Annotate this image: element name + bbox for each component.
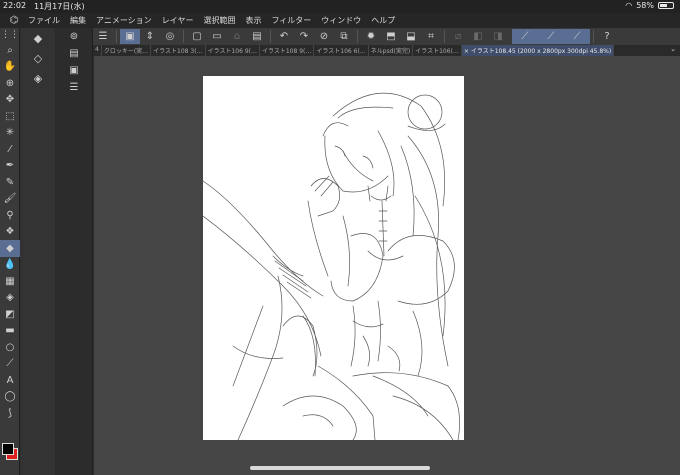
menu-help[interactable]: ヘルプ bbox=[371, 15, 395, 26]
fill-layer-icon[interactable]: ⧉ bbox=[334, 29, 354, 44]
canvas-area[interactable] bbox=[94, 56, 680, 475]
menu-view[interactable]: 表示 bbox=[245, 15, 261, 26]
list-panel-icon[interactable]: ☰ bbox=[55, 79, 93, 96]
menu-selection[interactable]: 選択範囲 bbox=[203, 15, 235, 26]
crop-icon[interactable]: ⌗ bbox=[421, 29, 441, 44]
bucket-icon[interactable]: ◩ bbox=[0, 306, 20, 323]
open-folder-icon[interactable]: ▭ bbox=[207, 29, 227, 44]
eraser-vector-icon[interactable]: ◈ bbox=[21, 68, 55, 88]
tab-0[interactable]: 4 bbox=[93, 45, 102, 56]
sketch-artwork bbox=[203, 92, 460, 440]
stroke-a-icon[interactable]: ⟋ bbox=[512, 29, 538, 44]
clock: 22:02 bbox=[3, 1, 27, 10]
document-tabs: 4 クロッキー(実… イラスト108 3(… イラスト106 9(… イラスト1… bbox=[93, 45, 680, 56]
undo-icon[interactable]: ↶ bbox=[274, 29, 294, 44]
menu-animation[interactable]: アニメーション bbox=[96, 15, 152, 26]
menu-file[interactable]: ファイル bbox=[28, 15, 60, 26]
layer-property-icon[interactable]: ⊚ bbox=[55, 28, 93, 45]
status-right: ◠ 58% bbox=[625, 1, 674, 10]
new-file-icon[interactable]: ▢ bbox=[187, 29, 207, 44]
auto-select-icon[interactable]: ✳ bbox=[0, 125, 20, 142]
zoom-icon[interactable]: ⌕ bbox=[0, 42, 20, 59]
stepper-icon[interactable]: ⇕ bbox=[140, 29, 160, 44]
hamburger-menu-icon[interactable]: ☰ bbox=[93, 29, 113, 44]
menu-edit[interactable]: 編集 bbox=[70, 15, 86, 26]
snap-icon[interactable]: ◎ bbox=[160, 29, 180, 44]
balloon-icon[interactable]: ◯ bbox=[0, 389, 20, 406]
stroke-c-icon[interactable]: ⟋ bbox=[564, 29, 590, 44]
stroke-b-icon[interactable]: ⟋ bbox=[538, 29, 564, 44]
wifi-icon: ◠ bbox=[625, 1, 633, 10]
sub-tool-panel: ◆ ◇ ◈ bbox=[21, 28, 55, 475]
hand-icon[interactable]: ✋ bbox=[0, 59, 20, 76]
menu-bar: ⌬ ファイル 編集 アニメーション レイヤー 選択範囲 表示 フィルター ウィン… bbox=[0, 13, 680, 28]
selection-icon[interactable]: ⬚ bbox=[0, 108, 20, 125]
tab-7[interactable]: イラスト106(… bbox=[413, 45, 462, 56]
eyedropper-icon[interactable]: ⁄ bbox=[0, 141, 20, 158]
color-swatches[interactable] bbox=[2, 443, 18, 460]
chevron-down-icon[interactable]: ⌄ bbox=[666, 45, 680, 56]
battery-percent: 58% bbox=[636, 1, 654, 10]
redo-icon[interactable]: ↷ bbox=[294, 29, 314, 44]
invert-selection-icon[interactable]: ⬓ bbox=[401, 29, 421, 44]
layer-panel-icon[interactable]: ▤ bbox=[55, 45, 93, 62]
ellipse-icon[interactable]: ○ bbox=[0, 339, 20, 356]
main-color-swatch[interactable] bbox=[2, 443, 14, 455]
tab-2[interactable]: イラスト108 3(… bbox=[151, 45, 206, 56]
menu-window[interactable]: ウィンドウ bbox=[321, 15, 361, 26]
palette-menu-icon[interactable]: ⋮⋮ bbox=[0, 28, 20, 42]
fill-icon[interactable]: ▦ bbox=[0, 273, 20, 290]
blend-icon[interactable]: 💧 bbox=[0, 257, 20, 274]
tab-6[interactable]: ネルpsd(実完) bbox=[369, 45, 414, 56]
stabilizer-group: ⟋ ⟋ ⟋ bbox=[512, 29, 590, 44]
clear-icon[interactable]: ⊘ bbox=[314, 29, 334, 44]
eraser-soft-icon[interactable]: ◇ bbox=[21, 48, 55, 68]
export-icon[interactable]: ▤ bbox=[247, 29, 267, 44]
eraser-hard-icon[interactable]: ◆ bbox=[21, 28, 55, 48]
correct-line-icon[interactable]: ⟆ bbox=[0, 405, 20, 422]
date: 11月17日(水) bbox=[34, 2, 85, 11]
tool-palette: ⋮⋮ ⌕ ✋ ⊕ ✥ ⬚ ✳ ⁄ ✒ ✎ 🖌 ⚲ ❖ ◆ 💧 ▦ ◈ ◩ ▬ ○… bbox=[0, 28, 20, 475]
text-icon[interactable]: A bbox=[0, 372, 20, 389]
tool-mode-icon[interactable]: ▣ bbox=[120, 29, 140, 44]
tab-active[interactable]: × イラスト108.45 (2000 x 2800px 300dpi 45.8%… bbox=[461, 45, 615, 56]
decoration-icon[interactable]: ❖ bbox=[0, 224, 20, 241]
tab-3[interactable]: イラスト106 9(… bbox=[206, 45, 260, 56]
save-icon[interactable]: ⌂ bbox=[227, 29, 247, 44]
home-indicator[interactable] bbox=[250, 466, 430, 470]
selection-launcher-icon[interactable]: ⧄ bbox=[448, 29, 468, 44]
deselect-icon[interactable]: ⬒ bbox=[381, 29, 401, 44]
move-icon[interactable]: ✥ bbox=[0, 92, 20, 109]
brush-icon[interactable]: 🖌 bbox=[0, 191, 20, 208]
menu-filter[interactable]: フィルター bbox=[271, 15, 311, 26]
menu-layer[interactable]: レイヤー bbox=[162, 15, 194, 26]
tab-1[interactable]: クロッキー(実… bbox=[102, 45, 152, 56]
operation-icon[interactable]: ⊕ bbox=[0, 75, 20, 92]
tab-4[interactable]: イラスト108 9(… bbox=[260, 45, 315, 56]
pencil-icon[interactable]: ✎ bbox=[0, 174, 20, 191]
eraser-icon[interactable]: ◆ bbox=[0, 240, 20, 257]
selection-ops-icon[interactable]: ◨ bbox=[488, 29, 508, 44]
help-icon[interactable]: ? bbox=[597, 29, 617, 44]
transform-icon[interactable]: ✹ bbox=[361, 29, 381, 44]
app-logo-icon[interactable]: ⌬ bbox=[0, 15, 28, 26]
sub-tool-detail-panel: ⊚ ▤ ▣ ☰ bbox=[55, 28, 93, 475]
battery-fill bbox=[660, 4, 667, 7]
battery-icon bbox=[658, 2, 674, 9]
tab-5[interactable]: イラスト106 6(… bbox=[314, 45, 369, 56]
navigator-icon[interactable]: ▣ bbox=[55, 62, 93, 79]
pen-icon[interactable]: ✒ bbox=[0, 158, 20, 175]
ruler-icon[interactable]: ⟋ bbox=[0, 356, 20, 373]
airbrush-icon[interactable]: ⚲ bbox=[0, 207, 20, 224]
gradient-icon[interactable]: ◈ bbox=[0, 290, 20, 307]
command-bar: ☰ ▣ ⇕ ◎ ▢ ▭ ⌂ ▤ ↶ ↷ ⊘ ⧉ ✹ ⬒ ⬓ ⌗ ⧄ ◧ ◨ ⟋ … bbox=[93, 28, 680, 45]
status-bar: 22:02 11月17日(水) ◠ 58% bbox=[0, 0, 680, 13]
figure-icon[interactable]: ▬ bbox=[0, 323, 20, 340]
fill-selection-icon[interactable]: ◧ bbox=[468, 29, 488, 44]
canvas-page[interactable] bbox=[203, 76, 464, 440]
